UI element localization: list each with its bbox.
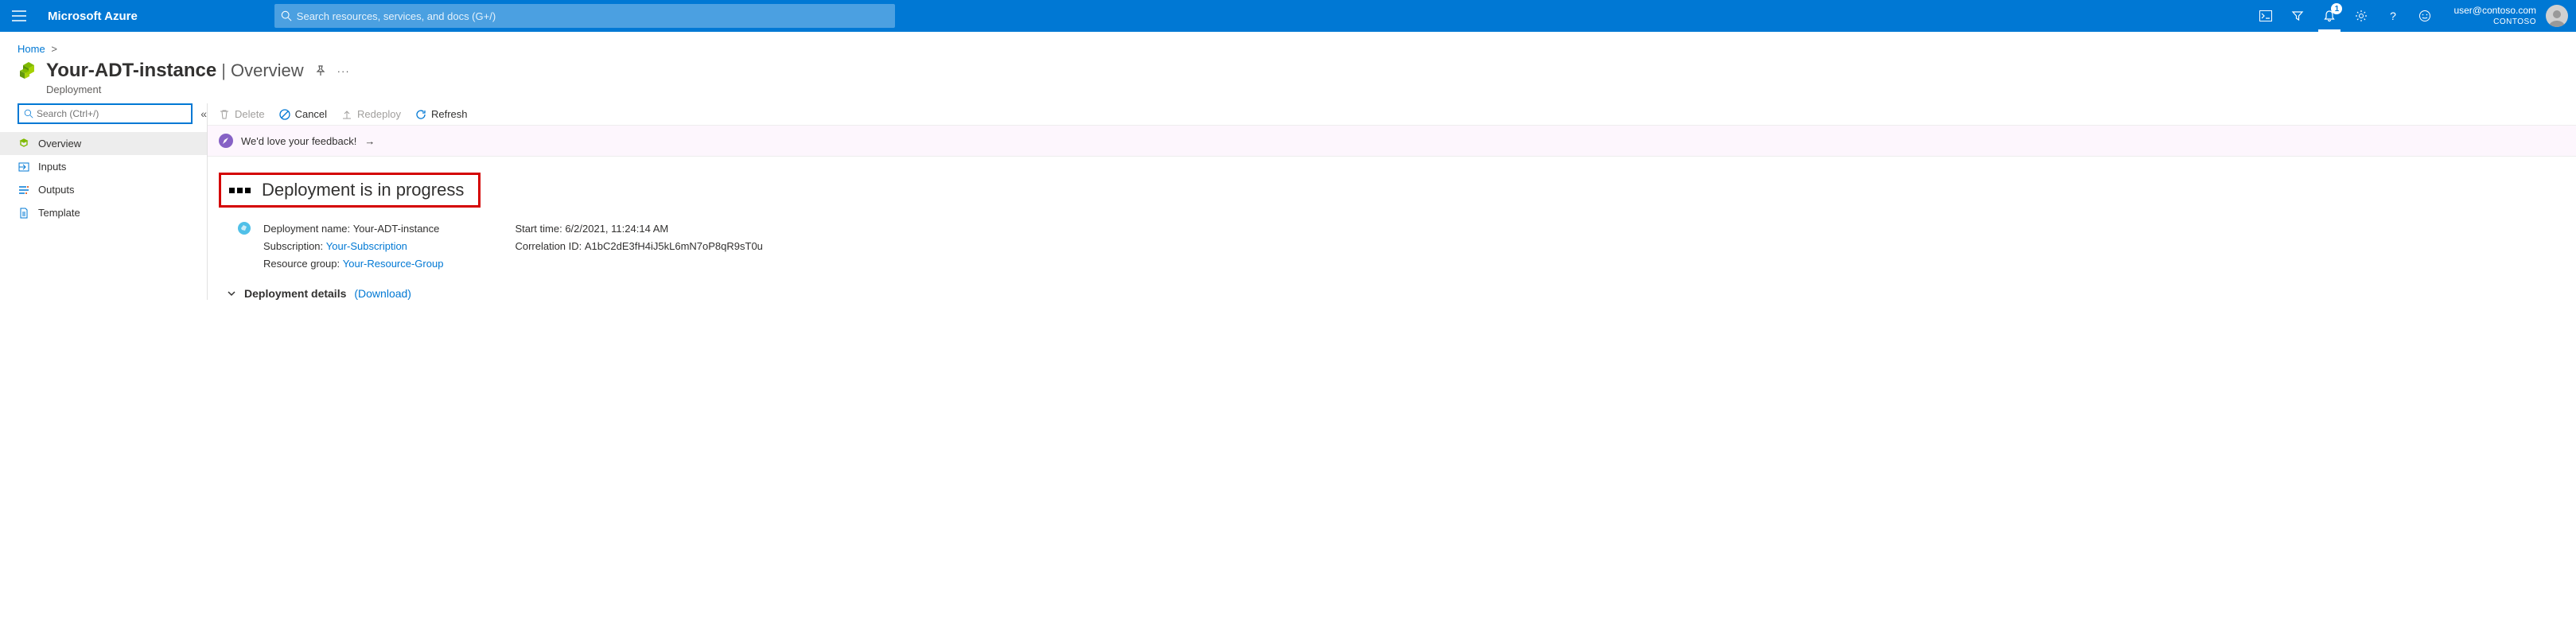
notification-indicator	[2318, 29, 2341, 32]
sidebar-item-label: Template	[38, 207, 80, 219]
smiley-icon	[2418, 10, 2431, 22]
chevron-down-icon	[227, 289, 236, 298]
redeploy-icon	[341, 109, 352, 120]
trash-icon	[219, 109, 230, 120]
directory-filter-button[interactable]	[2282, 0, 2313, 32]
hamburger-icon	[12, 10, 26, 21]
more-button[interactable]: ···	[337, 65, 350, 77]
sidebar-item-label: Overview	[38, 138, 81, 150]
content-pane: Delete Cancel Redeploy Refresh We'd love…	[207, 103, 2576, 300]
tenant-label: CONTOSO	[2453, 17, 2536, 27]
subscription-link[interactable]: Your-Subscription	[326, 240, 407, 252]
user-account-block[interactable]: user@contoso.com CONTOSO	[2441, 5, 2543, 28]
breadcrumb-separator: >	[48, 43, 60, 55]
azure-top-bar: Microsoft Azure 1 ? user@contoso.com	[0, 0, 2576, 32]
download-link[interactable]: (Download)	[354, 287, 411, 300]
collapse-sidebar-button[interactable]: «	[200, 107, 207, 120]
filter-icon	[2291, 10, 2304, 22]
deployment-status-text: Deployment is in progress	[262, 180, 464, 200]
sidebar-nav: Overview Inputs Outputs Template	[0, 132, 207, 224]
page-section: Overview	[231, 60, 304, 81]
cancel-button[interactable]: Cancel	[279, 108, 327, 120]
notification-badge: 1	[2331, 3, 2342, 14]
resource-name: Your-ADT-instance	[46, 60, 216, 82]
avatar-icon	[2547, 6, 2567, 27]
deployment-details-toggle[interactable]: Deployment details (Download)	[208, 273, 2576, 300]
help-icon: ?	[2387, 10, 2399, 22]
summary-left-column: Deployment name: Your-ADT-instance Subsc…	[263, 220, 443, 273]
global-search-input[interactable]	[297, 10, 889, 22]
resource-type-icon	[18, 60, 40, 82]
global-search-box[interactable]	[274, 4, 895, 28]
avatar[interactable]	[2546, 5, 2568, 27]
deployment-details-label: Deployment details	[244, 287, 346, 300]
sidebar-item-label: Inputs	[38, 161, 66, 173]
correlation-id-value: A1bC2dE3fH4iJ5kL6mN7oP8qR9sT0u	[585, 240, 763, 252]
sidebar-item-label: Outputs	[38, 184, 75, 196]
refresh-button[interactable]: Refresh	[415, 108, 468, 120]
cloud-shell-icon	[2259, 10, 2272, 21]
sidebar-item-outputs[interactable]: Outputs	[0, 178, 207, 201]
deployment-status-highlight: Deployment is in progress	[219, 173, 481, 208]
sidebar-item-inputs[interactable]: Inputs	[0, 155, 207, 178]
help-button[interactable]: ?	[2377, 0, 2409, 32]
main-layout: « Overview Inputs Outputs Template	[0, 103, 2576, 300]
progress-dots-icon	[229, 188, 251, 193]
overview-icon	[18, 138, 30, 150]
delete-button: Delete	[219, 108, 265, 120]
start-time-value: 6/2/2021, 11:24:14 AM	[565, 223, 668, 235]
deployment-summary: Deployment name: Your-ADT-instance Subsc…	[208, 216, 2576, 273]
pin-icon	[315, 65, 326, 76]
page-title-row: Your-ADT-instance | Overview ···	[0, 58, 2576, 84]
title-separator: |	[216, 60, 231, 81]
deployment-resource-icon	[236, 220, 252, 236]
sidebar-item-template[interactable]: Template	[0, 201, 207, 224]
gear-icon	[2355, 10, 2368, 22]
refresh-icon	[415, 109, 426, 120]
cancel-icon	[279, 109, 290, 120]
sidebar-item-overview[interactable]: Overview	[0, 132, 207, 155]
breadcrumb: Home >	[0, 32, 2576, 58]
sidebar-search-input[interactable]	[37, 108, 186, 119]
resource-group-link[interactable]: Your-Resource-Group	[343, 258, 444, 270]
feedback-banner[interactable]: We'd love your feedback! →	[208, 126, 2576, 157]
pin-button[interactable]	[315, 65, 326, 77]
feedback-text: We'd love your feedback!	[241, 135, 356, 147]
global-search-wrap	[274, 4, 895, 28]
hamburger-menu-button[interactable]	[0, 0, 38, 32]
deployment-name-value: Your-ADT-instance	[353, 223, 440, 235]
outputs-icon	[18, 184, 30, 196]
deployment-icon	[18, 60, 39, 81]
arrow-right-icon: →	[364, 135, 375, 147]
topbar-icon-group: 1 ? user@contoso.com CONTOSO	[2250, 0, 2576, 32]
breadcrumb-home[interactable]: Home	[18, 43, 45, 55]
command-bar: Delete Cancel Redeploy Refresh	[208, 103, 2576, 126]
cloud-shell-button[interactable]	[2250, 0, 2282, 32]
inputs-icon	[18, 161, 30, 173]
feedback-rocket-icon	[219, 134, 233, 148]
brand-label[interactable]: Microsoft Azure	[38, 10, 147, 23]
settings-button[interactable]	[2345, 0, 2377, 32]
search-icon	[24, 109, 33, 118]
svg-text:?: ?	[2391, 10, 2397, 22]
summary-right-column: Start time: 6/2/2021, 11:24:14 AM Correl…	[515, 220, 762, 273]
user-email: user@contoso.com	[2453, 5, 2536, 17]
redeploy-button: Redeploy	[341, 108, 401, 120]
sidebar-search-box[interactable]	[18, 103, 193, 124]
sidebar: « Overview Inputs Outputs Template	[0, 103, 207, 300]
resource-kind: Deployment	[0, 84, 2576, 103]
search-icon	[281, 10, 292, 21]
template-icon	[18, 208, 30, 219]
notifications-button[interactable]: 1	[2313, 0, 2345, 32]
feedback-face-button[interactable]	[2409, 0, 2441, 32]
